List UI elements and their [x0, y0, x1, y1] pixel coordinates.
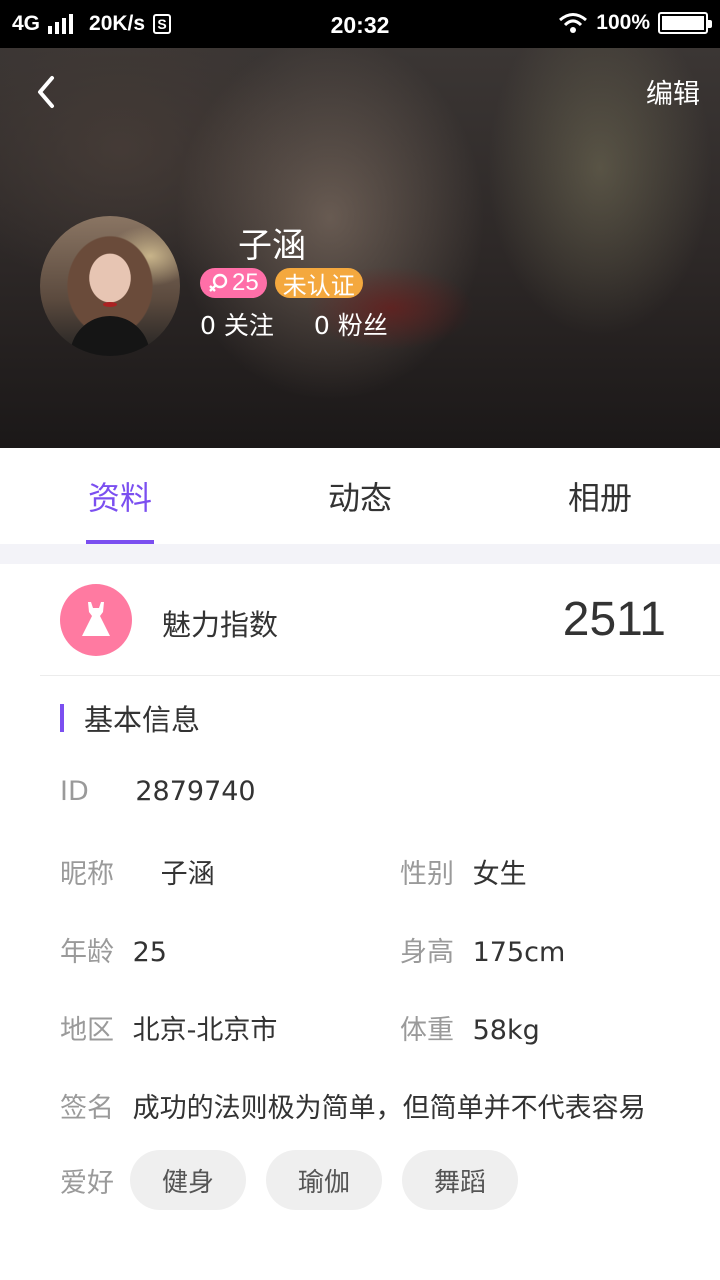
height-label: 身高: [400, 937, 454, 968]
basic-info-title: 基本信息: [60, 702, 200, 737]
age-label: 年龄: [60, 937, 114, 968]
gender-value: 女生: [472, 859, 527, 890]
status-bar: 4G 20K/s S 20:32 100%: [0, 0, 720, 48]
hobby-tag: 舞蹈: [402, 1150, 518, 1210]
tab-moments[interactable]: 动态: [240, 448, 480, 544]
fans-count[interactable]: 0 粉丝: [314, 306, 388, 342]
wifi-icon: [559, 13, 588, 33]
charm-label: 魅力指数: [162, 608, 279, 642]
charm-value: 2511: [562, 593, 666, 646]
hobby-label: 爱好: [60, 1167, 114, 1199]
weight-label: 体重: [400, 1015, 454, 1046]
follow-stats: 0 关注 0 粉丝: [200, 306, 388, 342]
gender-label: 性别: [400, 859, 454, 890]
profile-nickname: 子涵: [238, 226, 306, 266]
hobbies-row: 爱好 健身 瑜伽 舞蹈: [60, 1150, 538, 1210]
height-row: 身高 175cm: [400, 930, 565, 969]
signature-label: 签名: [60, 1093, 114, 1124]
charm-index-row: 魅力指数 2511: [40, 564, 720, 676]
back-icon[interactable]: [30, 72, 66, 112]
tab-profile[interactable]: 资料: [0, 448, 240, 544]
height-value: 175cm: [472, 937, 566, 968]
nickname-row: 昵称 子涵: [60, 852, 215, 891]
profile-tabs: 资料 动态 相册: [0, 448, 720, 544]
avatar[interactable]: [40, 216, 180, 356]
id-value: 2879740: [135, 776, 256, 807]
region-value: 北京-北京市: [132, 1015, 278, 1046]
age-value: 25: [232, 269, 259, 296]
gender-row: 性别 女生: [400, 852, 527, 891]
age-badge: 25: [200, 268, 267, 298]
weight-value: 58kg: [472, 1015, 540, 1046]
id-row: ID 2879740: [60, 776, 256, 807]
weight-row: 体重 58kg: [400, 1008, 540, 1047]
nickname-value: 子涵: [160, 859, 215, 890]
nickname-label: 昵称: [60, 859, 114, 890]
section-accent-bar: [60, 704, 64, 732]
battery-icon: [658, 12, 712, 34]
female-icon: [209, 273, 228, 292]
age-info-value: 25: [132, 937, 167, 968]
profile-header: 编辑 子涵 25 未认证 0 关注 0 粉丝: [0, 48, 720, 448]
signature-value: 成功的法则极为简单，但简单并不代表容易: [132, 1093, 646, 1124]
age-row: 年龄 25: [60, 930, 167, 969]
battery-percent: 100%: [596, 11, 650, 34]
region-row: 地区 北京-北京市: [60, 1008, 277, 1047]
section-title-text: 基本信息: [84, 703, 201, 737]
section-divider: [0, 544, 720, 564]
region-label: 地区: [60, 1015, 114, 1046]
hobby-tag: 瑜伽: [266, 1150, 382, 1210]
signature-row: 签名 成功的法则极为简单，但简单并不代表容易: [60, 1086, 646, 1125]
dress-icon: [60, 584, 132, 656]
follow-count[interactable]: 0 关注: [200, 306, 274, 342]
tab-album[interactable]: 相册: [480, 448, 720, 544]
id-label: ID: [60, 776, 89, 807]
certification-badge[interactable]: 未认证: [274, 268, 363, 300]
profile-badges: 25 未认证: [200, 268, 363, 300]
edit-button[interactable]: 编辑: [646, 72, 700, 111]
hobby-tag: 健身: [130, 1150, 246, 1210]
